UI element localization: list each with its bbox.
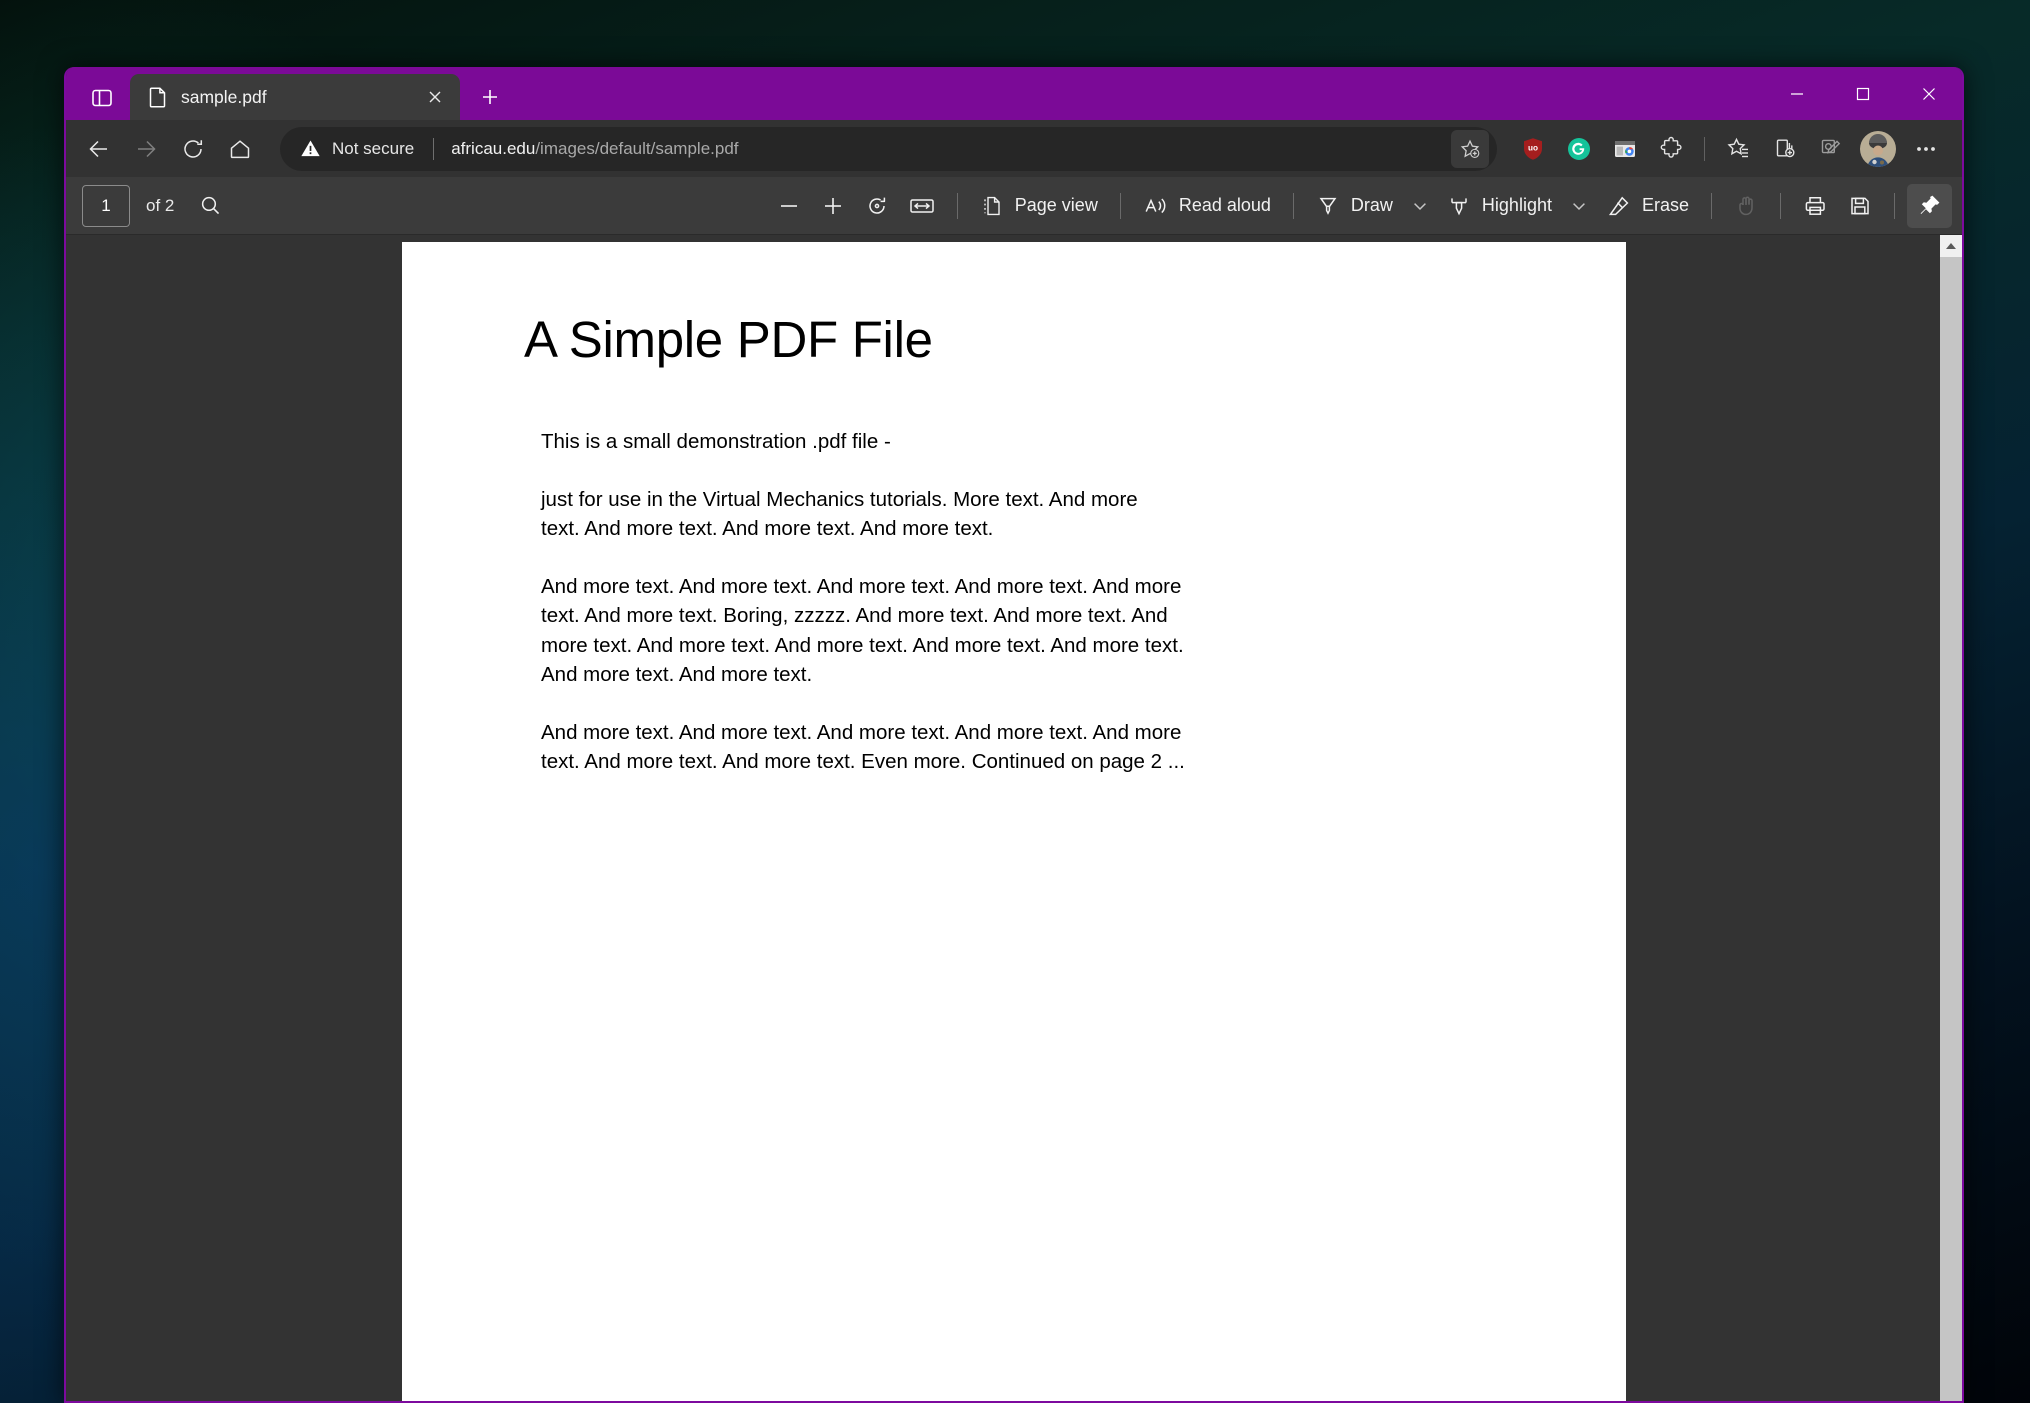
scrollbar-thumb[interactable]: [1940, 257, 1962, 1347]
toolbar-divider-6: [1894, 192, 1895, 219]
toolbar-divider-5: [1780, 192, 1781, 219]
save-icon[interactable]: [1838, 184, 1882, 228]
highlight-label: Highlight: [1481, 195, 1552, 215]
url-path: /images/default/sample.pdf: [535, 138, 739, 158]
pdf-toolbar: of 2: [66, 177, 1962, 235]
zoom-in-icon[interactable]: [811, 184, 855, 228]
highlight-button[interactable]: Highlight: [1437, 184, 1562, 228]
address-bar: Not secure africau.edu/images/default/sa…: [66, 120, 1962, 177]
home-icon[interactable]: [217, 126, 262, 171]
read-aloud-button[interactable]: Read aloud: [1133, 184, 1281, 228]
omnibox-divider: [433, 137, 435, 160]
page-view-label: Page view: [1014, 195, 1098, 215]
warning-icon: [301, 140, 320, 157]
address-input[interactable]: Not secure africau.edu/images/default/sa…: [280, 126, 1497, 171]
document-icon: [148, 86, 168, 108]
toolbar-divider-2: [1119, 192, 1121, 219]
page-number-input[interactable]: [82, 184, 130, 227]
erase-label: Erase: [1641, 195, 1689, 215]
maximize-icon[interactable]: [1830, 67, 1896, 120]
collections-icon[interactable]: [1762, 127, 1806, 171]
extension-ublock-origin-icon[interactable]: uo: [1511, 127, 1555, 171]
tab-title: sample.pdf: [181, 86, 267, 107]
pdf-document-title: A Simple PDF File: [524, 311, 933, 368]
search-icon[interactable]: [188, 184, 232, 228]
pdf-page: A Simple PDF File This is a small demons…: [402, 242, 1626, 1401]
vertical-scrollbar[interactable]: [1940, 235, 1962, 1401]
pin-toolbar-icon[interactable]: [1907, 183, 1952, 228]
refresh-icon[interactable]: [170, 126, 215, 171]
browser-window: sample.pdf Not secure africau.edu/images…: [64, 67, 1964, 1403]
rotate-icon[interactable]: [855, 184, 899, 228]
browser-tab[interactable]: sample.pdf: [130, 74, 460, 120]
close-icon[interactable]: [420, 82, 450, 112]
toolbar-divider-1: [956, 192, 958, 219]
minimize-icon[interactable]: [1764, 67, 1830, 120]
pdf-viewer: A Simple PDF File This is a small demons…: [66, 235, 1962, 1401]
pdf-paragraph: And more text. And more text. And more t…: [541, 720, 1185, 773]
page-view-button[interactable]: Page view: [970, 184, 1108, 228]
tab-actions-icon[interactable]: [80, 78, 124, 118]
new-tab-icon[interactable]: [470, 77, 510, 117]
erase-button[interactable]: Erase: [1596, 184, 1699, 228]
pdf-paragraph: And more text. And more text. And more t…: [541, 575, 1184, 686]
extension-grammarly-icon[interactable]: [1557, 127, 1601, 171]
print-icon[interactable]: [1793, 184, 1838, 228]
add-favorite-icon[interactable]: [1451, 129, 1489, 168]
extensions-puzzle-icon[interactable]: [1649, 127, 1693, 171]
forward-icon: [123, 126, 168, 171]
url-domain: africau.edu: [451, 138, 536, 158]
scroll-up-icon[interactable]: [1940, 235, 1962, 257]
hand-tool-icon: [1724, 184, 1768, 228]
svg-text:uo: uo: [1528, 143, 1538, 152]
avatar[interactable]: [1860, 130, 1896, 167]
back-icon[interactable]: [76, 126, 121, 171]
security-status[interactable]: Not secure: [300, 138, 416, 159]
zoom-out-icon[interactable]: [767, 184, 811, 228]
title-bar: sample.pdf: [66, 67, 1962, 120]
toolbar-divider: [1704, 136, 1705, 161]
pdf-paragraph: just for use in the Virtual Mechanics tu…: [541, 488, 1138, 541]
window-controls: [1764, 67, 1962, 120]
url-text: africau.edu/images/default/sample.pdf: [451, 139, 1451, 159]
favorites-icon[interactable]: [1716, 127, 1760, 171]
toolbar-divider-3: [1292, 192, 1294, 219]
extension-chrome-web-store-icon[interactable]: [1603, 127, 1647, 171]
fit-to-width-icon[interactable]: [899, 184, 945, 228]
security-label: Not secure: [332, 138, 415, 158]
highlight-chevron-down-icon[interactable]: [1562, 184, 1596, 228]
pdf-paragraph: This is a small demonstration .pdf file …: [541, 430, 891, 453]
close-window-icon[interactable]: [1896, 67, 1962, 120]
draw-button[interactable]: Draw: [1306, 184, 1403, 228]
toolbar-divider-4: [1711, 192, 1712, 219]
draw-chevron-down-icon[interactable]: [1403, 184, 1437, 228]
settings-menu-icon[interactable]: [1904, 127, 1948, 171]
read-aloud-label: Read aloud: [1178, 195, 1271, 215]
page-total-label: of 2: [146, 195, 175, 215]
draw-label: Draw: [1350, 195, 1393, 215]
screenshot-icon[interactable]: [1808, 127, 1852, 171]
